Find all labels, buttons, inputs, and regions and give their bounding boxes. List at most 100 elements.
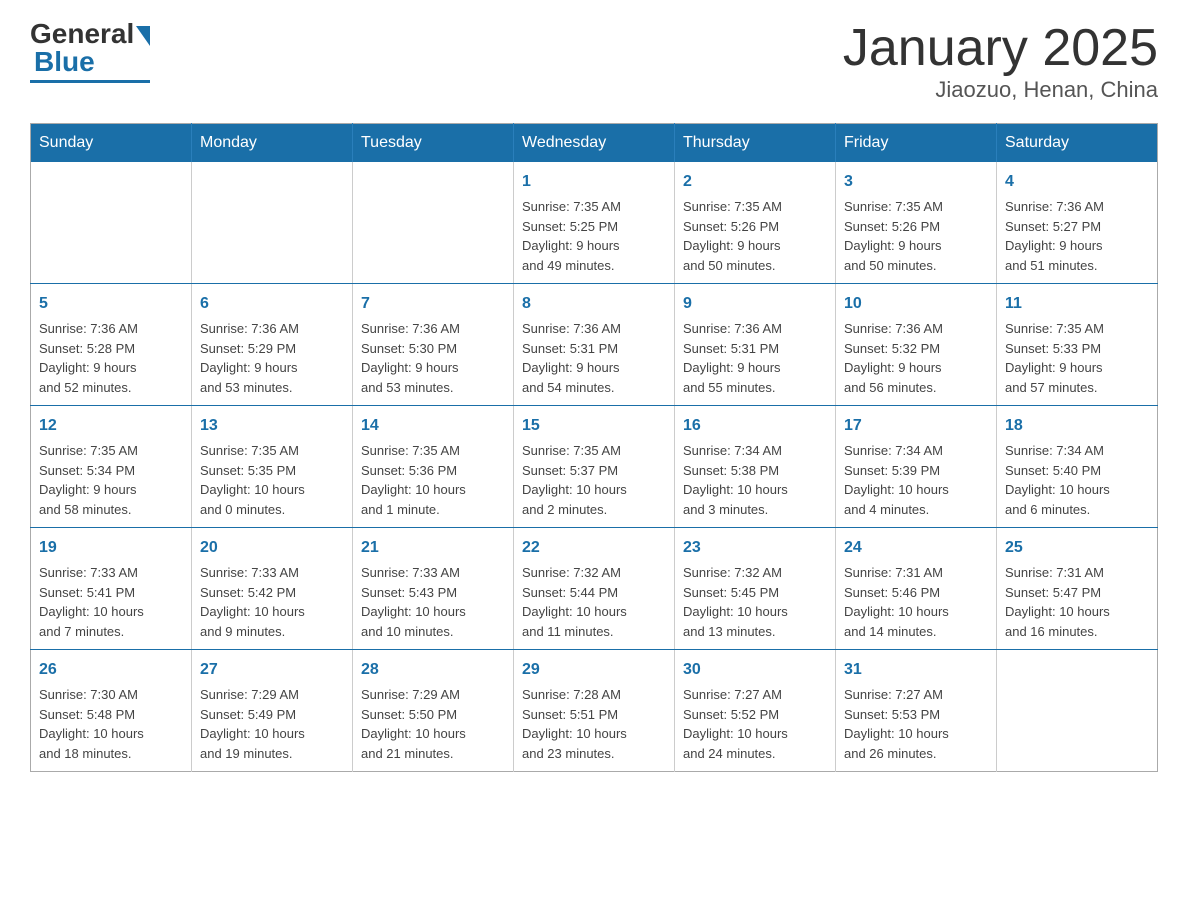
day-number: 14	[361, 414, 505, 438]
day-number: 5	[39, 292, 183, 316]
weekday-header-row: SundayMondayTuesdayWednesdayThursdayFrid…	[31, 124, 1158, 163]
calendar-cell: 10Sunrise: 7:36 AM Sunset: 5:32 PM Dayli…	[836, 284, 997, 406]
day-number: 9	[683, 292, 827, 316]
page-header: General Blue January 2025 Jiaozuo, Henan…	[30, 20, 1158, 103]
calendar-cell: 7 Sunrise: 7:36 AM Sunset: 5:30 PM Daylig…	[353, 284, 514, 406]
calendar-title: January 2025	[843, 20, 1158, 77]
day-number: 6	[200, 292, 344, 316]
day-number: 24	[844, 536, 988, 560]
day-number: 19	[39, 536, 183, 560]
calendar-cell: 18 Sunrise: 7:34 AM Sunset: 5:40 PM Dayli…	[997, 406, 1158, 528]
calendar-cell: 1 Sunrise: 7:35 AM Sunset: 5:25 PM Daylig…	[514, 162, 675, 284]
day-info: Sunrise: 7:32 AM Sunset: 5:45 PM Dayligh…	[683, 563, 827, 641]
day-number: 31	[844, 658, 988, 682]
weekday-tuesday: Tuesday	[353, 124, 514, 163]
day-info: Sunrise: 7:33 AM Sunset: 5:43 PM Dayligh…	[361, 563, 505, 641]
calendar-cell: 21 Sunrise: 7:33 AM Sunset: 5:43 PM Dayli…	[353, 528, 514, 650]
day-info: Sunrise: 7:27 AM Sunset: 5:53 PM Dayligh…	[844, 685, 988, 763]
day-number: 2	[683, 170, 827, 194]
day-number: 3	[844, 170, 988, 194]
week-row-1: 1 Sunrise: 7:35 AM Sunset: 5:25 PM Daylig…	[31, 162, 1158, 284]
calendar-cell: 26 Sunrise: 7:30 AM Sunset: 5:48 PM Dayli…	[31, 650, 192, 772]
calendar-cell: 9 Sunrise: 7:36 AM Sunset: 5:31 PM Daylig…	[675, 284, 836, 406]
day-info: Sunrise: 7:34 AM Sunset: 5:38 PM Dayligh…	[683, 441, 827, 519]
day-info: Sunrise: 7:33 AM Sunset: 5:41 PM Dayligh…	[39, 563, 183, 641]
calendar-cell: 6 Sunrise: 7:36 AM Sunset: 5:29 PM Daylig…	[192, 284, 353, 406]
day-info: Sunrise: 7:35 AM Sunset: 5:26 PM Dayligh…	[844, 197, 988, 275]
day-number: 4	[1005, 170, 1149, 194]
calendar-cell: 8Sunrise: 7:36 AM Sunset: 5:31 PM Daylig…	[514, 284, 675, 406]
day-info: Sunrise: 7:33 AM Sunset: 5:42 PM Dayligh…	[200, 563, 344, 641]
day-number: 17	[844, 414, 988, 438]
day-number: 28	[361, 658, 505, 682]
calendar-cell	[353, 162, 514, 284]
day-number: 1	[522, 170, 666, 194]
calendar-cell	[31, 162, 192, 284]
logo-general-text: General	[30, 20, 134, 48]
day-number: 23	[683, 536, 827, 560]
logo-underline	[30, 80, 150, 83]
calendar-cell: 5Sunrise: 7:36 AM Sunset: 5:28 PM Daylig…	[31, 284, 192, 406]
day-number: 18	[1005, 414, 1149, 438]
calendar-cell: 13Sunrise: 7:35 AM Sunset: 5:35 PM Dayli…	[192, 406, 353, 528]
day-info: Sunrise: 7:31 AM Sunset: 5:47 PM Dayligh…	[1005, 563, 1149, 641]
day-info: Sunrise: 7:36 AM Sunset: 5:31 PM Dayligh…	[522, 319, 666, 397]
day-info: Sunrise: 7:34 AM Sunset: 5:39 PM Dayligh…	[844, 441, 988, 519]
day-info: Sunrise: 7:35 AM Sunset: 5:26 PM Dayligh…	[683, 197, 827, 275]
day-info: Sunrise: 7:34 AM Sunset: 5:40 PM Dayligh…	[1005, 441, 1149, 519]
day-info: Sunrise: 7:36 AM Sunset: 5:31 PM Dayligh…	[683, 319, 827, 397]
calendar-body: 1 Sunrise: 7:35 AM Sunset: 5:25 PM Daylig…	[31, 162, 1158, 772]
calendar-cell: 15Sunrise: 7:35 AM Sunset: 5:37 PM Dayli…	[514, 406, 675, 528]
calendar-cell: 31 Sunrise: 7:27 AM Sunset: 5:53 PM Dayli…	[836, 650, 997, 772]
day-number: 30	[683, 658, 827, 682]
day-number: 22	[522, 536, 666, 560]
day-info: Sunrise: 7:30 AM Sunset: 5:48 PM Dayligh…	[39, 685, 183, 763]
day-info: Sunrise: 7:27 AM Sunset: 5:52 PM Dayligh…	[683, 685, 827, 763]
calendar-cell: 19 Sunrise: 7:33 AM Sunset: 5:41 PM Dayli…	[31, 528, 192, 650]
weekday-saturday: Saturday	[997, 124, 1158, 163]
logo-blue-text: Blue	[30, 46, 95, 78]
week-row-2: 5Sunrise: 7:36 AM Sunset: 5:28 PM Daylig…	[31, 284, 1158, 406]
day-number: 26	[39, 658, 183, 682]
day-number: 25	[1005, 536, 1149, 560]
calendar-header: SundayMondayTuesdayWednesdayThursdayFrid…	[31, 124, 1158, 163]
calendar-cell: 3 Sunrise: 7:35 AM Sunset: 5:26 PM Daylig…	[836, 162, 997, 284]
day-number: 11	[1005, 292, 1149, 316]
weekday-monday: Monday	[192, 124, 353, 163]
day-info: Sunrise: 7:32 AM Sunset: 5:44 PM Dayligh…	[522, 563, 666, 641]
day-number: 29	[522, 658, 666, 682]
day-info: Sunrise: 7:35 AM Sunset: 5:25 PM Dayligh…	[522, 197, 666, 275]
day-number: 12	[39, 414, 183, 438]
day-number: 7	[361, 292, 505, 316]
logo: General Blue	[30, 20, 150, 83]
day-number: 10	[844, 292, 988, 316]
calendar-cell: 2 Sunrise: 7:35 AM Sunset: 5:26 PM Daylig…	[675, 162, 836, 284]
weekday-wednesday: Wednesday	[514, 124, 675, 163]
weekday-friday: Friday	[836, 124, 997, 163]
day-info: Sunrise: 7:31 AM Sunset: 5:46 PM Dayligh…	[844, 563, 988, 641]
day-number: 21	[361, 536, 505, 560]
calendar-cell: 14Sunrise: 7:35 AM Sunset: 5:36 PM Dayli…	[353, 406, 514, 528]
calendar-table: SundayMondayTuesdayWednesdayThursdayFrid…	[30, 123, 1158, 772]
calendar-cell: 4 Sunrise: 7:36 AM Sunset: 5:27 PM Daylig…	[997, 162, 1158, 284]
calendar-cell: 23 Sunrise: 7:32 AM Sunset: 5:45 PM Dayli…	[675, 528, 836, 650]
day-info: Sunrise: 7:29 AM Sunset: 5:50 PM Dayligh…	[361, 685, 505, 763]
day-info: Sunrise: 7:36 AM Sunset: 5:27 PM Dayligh…	[1005, 197, 1149, 275]
day-number: 16	[683, 414, 827, 438]
title-block: January 2025 Jiaozuo, Henan, China	[843, 20, 1158, 103]
calendar-cell: 17 Sunrise: 7:34 AM Sunset: 5:39 PM Dayli…	[836, 406, 997, 528]
calendar-cell: 12 Sunrise: 7:35 AM Sunset: 5:34 PM Dayli…	[31, 406, 192, 528]
week-row-5: 26 Sunrise: 7:30 AM Sunset: 5:48 PM Dayli…	[31, 650, 1158, 772]
calendar-cell: 30 Sunrise: 7:27 AM Sunset: 5:52 PM Dayli…	[675, 650, 836, 772]
day-info: Sunrise: 7:35 AM Sunset: 5:35 PM Dayligh…	[200, 441, 344, 519]
day-info: Sunrise: 7:36 AM Sunset: 5:30 PM Dayligh…	[361, 319, 505, 397]
weekday-sunday: Sunday	[31, 124, 192, 163]
calendar-cell: 16 Sunrise: 7:34 AM Sunset: 5:38 PM Dayli…	[675, 406, 836, 528]
calendar-cell: 20Sunrise: 7:33 AM Sunset: 5:42 PM Dayli…	[192, 528, 353, 650]
day-info: Sunrise: 7:35 AM Sunset: 5:34 PM Dayligh…	[39, 441, 183, 519]
day-info: Sunrise: 7:36 AM Sunset: 5:29 PM Dayligh…	[200, 319, 344, 397]
weekday-thursday: Thursday	[675, 124, 836, 163]
day-info: Sunrise: 7:29 AM Sunset: 5:49 PM Dayligh…	[200, 685, 344, 763]
calendar-cell: 29Sunrise: 7:28 AM Sunset: 5:51 PM Dayli…	[514, 650, 675, 772]
calendar-cell: 24 Sunrise: 7:31 AM Sunset: 5:46 PM Dayli…	[836, 528, 997, 650]
